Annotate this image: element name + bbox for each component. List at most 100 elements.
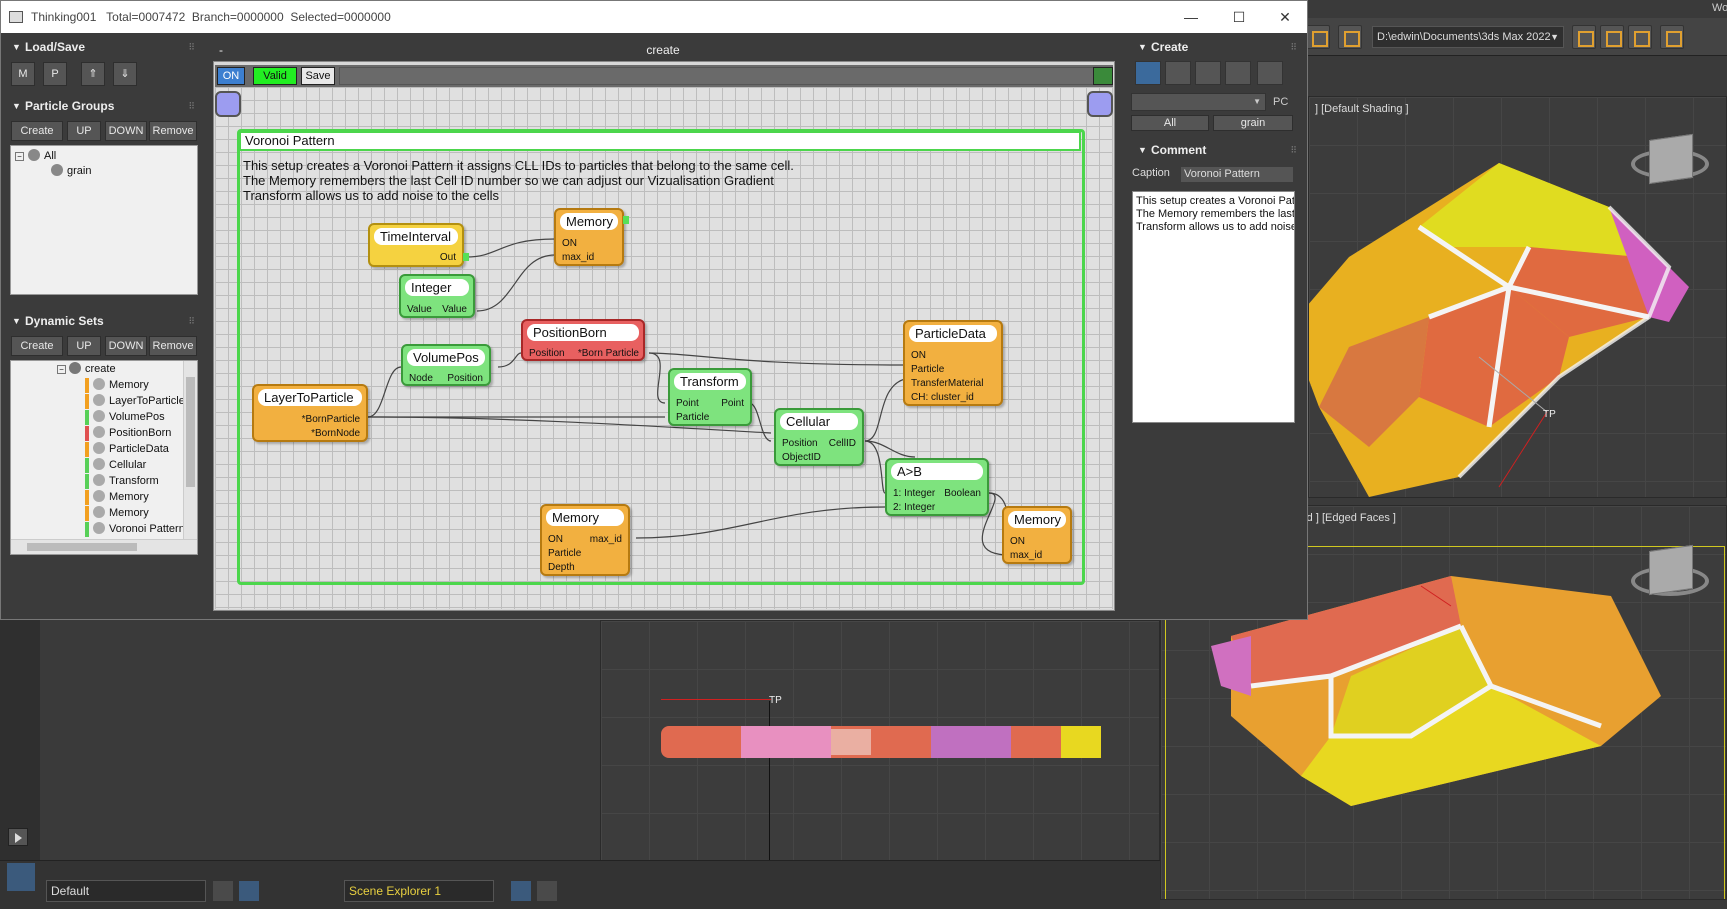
nodes-icon[interactable] [1165, 61, 1191, 85]
group-down-button[interactable]: DOWN [105, 121, 147, 141]
valid-button[interactable]: Valid [253, 67, 297, 85]
node-memory[interactable]: Memory ON max_id [554, 208, 629, 266]
particles-icon[interactable] [1135, 61, 1161, 85]
all-tab[interactable]: All [1131, 115, 1209, 131]
node-memory[interactable]: Memory ON max_id [1002, 506, 1072, 564]
caption-input[interactable]: Voronoi Pattern [1181, 167, 1293, 182]
tree-item-grain[interactable]: grain [51, 164, 91, 179]
node-layertoparticle[interactable]: LayerToParticle *BornParticle *BornNode [252, 384, 368, 442]
expand-icon[interactable]: − [57, 365, 66, 374]
comment-textarea[interactable]: This setup creates a Voronoi Patt The Me… [1132, 191, 1295, 423]
scrollbar-thumb[interactable] [27, 543, 137, 551]
dynamic-sets-header[interactable]: ▼ Dynamic Sets ⠿ [1, 312, 201, 330]
node-particledata[interactable]: ParticleData ON Particle TransferMateria… [903, 320, 1003, 406]
tree-item-volumepos[interactable]: VolumePos [93, 410, 165, 425]
grain-tab[interactable]: grain [1213, 115, 1293, 131]
gear-icon [93, 394, 105, 406]
tree-item-transform[interactable]: Transform [93, 474, 159, 489]
layer-icon[interactable] [1572, 25, 1596, 49]
group-up-button[interactable]: UP [67, 121, 101, 141]
tree-item-voronoi-pattern[interactable]: Voronoi Pattern [93, 522, 185, 537]
port-label: 2: Integer [893, 502, 936, 513]
vertical-scrollbar[interactable] [183, 361, 197, 539]
viewport-front[interactable]: TP [600, 620, 1160, 880]
remove-set-button[interactable]: Remove [149, 336, 197, 356]
folder-icon[interactable] [1306, 25, 1330, 49]
minimap-icon[interactable] [1093, 67, 1113, 85]
set-color-bar [85, 394, 89, 409]
tree-item-label: PositionBorn [109, 427, 172, 439]
output-port[interactable] [463, 253, 469, 261]
node-positionborn[interactable]: PositionBorn Position *Born Particle [521, 319, 645, 361]
expand-icon[interactable]: − [15, 152, 24, 161]
maximize-button[interactable]: ☐ [1229, 7, 1249, 27]
window-titlebar[interactable]: Thinking001 Total=0007472 Branch=0000000… [1, 1, 1307, 33]
node-a-greater-b[interactable]: A>B 1: Integer Boolean 2: Integer [885, 458, 989, 516]
viewport-top-right[interactable]: ] [Default Shading ] TP [1308, 96, 1727, 498]
create-panel-title: Create [1151, 40, 1189, 54]
comment-panel-header[interactable]: ▼ Comment ⠿ [1127, 141, 1303, 159]
load-save-header[interactable]: ▼ Load/Save ⠿ [1, 38, 201, 56]
render-icon[interactable] [1338, 25, 1362, 49]
create-set-button[interactable]: Create [11, 336, 63, 356]
hierarchy-icon[interactable] [536, 880, 558, 902]
output-port[interactable] [623, 216, 629, 224]
tree-item-all[interactable]: − All [15, 149, 56, 164]
load-icon[interactable]: ⇑ [81, 62, 105, 86]
node-cellular[interactable]: Cellular Position CellID ObjectID [774, 408, 864, 466]
horizontal-scrollbar[interactable] [11, 539, 197, 554]
layer-add-icon[interactable] [1600, 25, 1624, 49]
tree-item-memory[interactable]: Memory [93, 490, 149, 505]
dynamic-sets-tree[interactable]: − create Memory LayerToParticle VolumePos… [10, 360, 198, 555]
m-button[interactable]: M [11, 62, 35, 86]
save-button[interactable]: Save [301, 67, 335, 85]
create-dropdown[interactable]: ▼ [1131, 93, 1266, 111]
node-title: Cellular [780, 413, 858, 430]
tree-item-memory[interactable]: Memory [93, 378, 149, 393]
port-label: *BornNode [311, 428, 360, 439]
set-up-button[interactable]: UP [67, 336, 101, 356]
tool-icon[interactable] [1225, 61, 1251, 85]
hierarchy-icon[interactable] [238, 880, 260, 902]
node-volumepos[interactable]: VolumePos Node Position [401, 344, 491, 386]
node-memory[interactable]: Memory ON max_id Particle Depth [540, 504, 630, 576]
scrollbar-thumb[interactable] [186, 377, 195, 487]
remove-group-button[interactable]: Remove [149, 121, 197, 141]
tree-item-label: Memory [109, 491, 149, 503]
tree-item-memory[interactable]: Memory [93, 506, 149, 521]
p-button[interactable]: P [43, 62, 67, 86]
layer-options-icon[interactable] [1660, 25, 1684, 49]
node-timeinterval[interactable]: TimeInterval Out [368, 223, 469, 267]
close-button[interactable]: ✕ [1275, 7, 1295, 27]
layers-icon[interactable] [510, 880, 532, 902]
tree-item-create[interactable]: − create [57, 362, 116, 377]
particle-groups-header[interactable]: ▼ Particle Groups ⠿ [1, 97, 201, 115]
particle-mesh-front [661, 726, 1101, 758]
set-down-button[interactable]: DOWN [105, 336, 147, 356]
layer-select[interactable]: Default [46, 880, 206, 902]
viewport-layout-icon[interactable] [6, 862, 36, 892]
pc-label[interactable]: PC [1273, 93, 1295, 111]
node-integer[interactable]: Integer Value Value [399, 274, 475, 318]
create-group-button[interactable]: Create [11, 121, 63, 141]
gear-icon[interactable] [1195, 61, 1221, 85]
node-transform[interactable]: Transform Point Point Particle [668, 368, 752, 426]
layers-icon[interactable] [212, 880, 234, 902]
scene-explorer-select[interactable]: Scene Explorer 1 [344, 880, 494, 902]
project-path-dropdown[interactable]: D:\edwin\Documents\3ds Max 2022 ▼ [1372, 26, 1564, 48]
tree-item-positionborn[interactable]: PositionBorn [93, 426, 171, 441]
tree-item-particledata[interactable]: ParticleData [93, 442, 169, 457]
play-icon[interactable] [8, 828, 28, 846]
tree-item-layertoparticle[interactable]: LayerToParticle [93, 394, 185, 409]
save-icon[interactable]: ⇓ [113, 62, 137, 86]
layer-move-icon[interactable] [1628, 25, 1652, 49]
minimize-button[interactable]: — [1181, 7, 1201, 27]
box-icon[interactable] [1257, 61, 1283, 85]
on-toggle-button[interactable]: ON [217, 67, 245, 85]
create-panel-header[interactable]: ▼ Create ⠿ [1127, 38, 1303, 56]
tree-item-label: Memory [109, 507, 149, 519]
tree-item-cellular[interactable]: Cellular [93, 458, 146, 473]
group-title[interactable]: Voronoi Pattern [239, 131, 1081, 151]
editor-collapse[interactable]: - [219, 41, 223, 59]
particle-groups-tree[interactable]: − All grain [10, 145, 198, 295]
